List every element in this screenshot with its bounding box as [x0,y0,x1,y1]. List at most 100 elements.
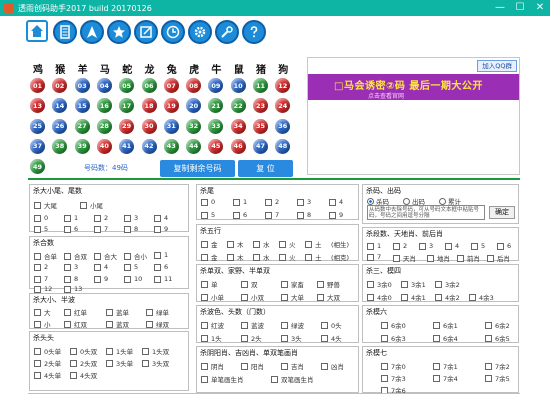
checkbox-box[interactable] [34,347,41,355]
number-ball[interactable]: 14 [52,98,68,114]
checkbox-box[interactable] [64,225,71,233]
checkbox-box[interactable] [201,240,208,248]
checkbox-box[interactable] [241,280,248,288]
edit-button[interactable] [134,20,158,44]
filter-checkbox[interactable]: 6 [233,211,247,219]
filter-checkbox[interactable]: 0 [201,198,215,206]
number-ball[interactable]: 27 [74,118,90,134]
filter-checkbox[interactable]: 土 [305,239,322,249]
checkbox-box[interactable] [281,280,288,288]
checkbox-box[interactable] [435,293,442,301]
filter-checkbox[interactable]: 1头 [201,333,222,343]
zodiac-label[interactable]: 蛇 [118,61,136,76]
checkbox-box[interactable] [233,211,240,219]
filter-checkbox[interactable]: 9 [154,225,168,233]
checkbox-box[interactable] [64,308,71,316]
checkbox-box[interactable] [34,263,41,271]
checkbox-box[interactable] [94,275,101,283]
number-ball[interactable]: 12 [275,78,291,93]
close-button[interactable]: ✕ [530,0,550,16]
number-ball[interactable]: 16 [96,98,112,114]
filter-checkbox[interactable]: 蓝波 [241,320,264,330]
number-ball[interactable]: 33 [208,118,224,134]
number-ball[interactable]: 15 [74,98,90,114]
checkbox-box[interactable] [485,334,492,342]
number-ball[interactable]: 02 [52,78,68,93]
number-ball[interactable]: 30 [141,118,157,134]
help-button[interactable] [242,20,266,44]
filter-checkbox[interactable]: 火 [279,239,296,249]
zodiac-label[interactable]: 牛 [207,61,225,76]
checkbox-box[interactable] [433,334,440,342]
filter-checkbox[interactable]: 4 [445,242,459,250]
filter-checkbox[interactable]: 大尾 [34,200,57,210]
filter-checkbox[interactable]: 红波 [201,320,224,330]
filter-checkbox[interactable]: 6余4 [433,333,458,343]
minimize-button[interactable]: — [490,0,510,16]
filter-checkbox[interactable]: 1头单 [106,346,133,356]
filter-checkbox[interactable]: 地肖 [427,253,450,263]
number-ball[interactable]: 08 [186,78,202,93]
checkbox-box[interactable] [154,263,161,271]
filter-checkbox[interactable]: 8 [64,275,78,283]
number-ball[interactable]: 19 [163,98,179,114]
number-ball[interactable]: 11 [253,78,268,93]
checkbox-box[interactable] [485,362,492,370]
checkbox-box[interactable] [281,334,288,342]
number-ball[interactable]: 21 [208,98,224,114]
number-ball[interactable]: 41 [119,138,135,154]
number-ball[interactable]: 23 [253,98,268,114]
checkbox-box[interactable] [381,334,388,342]
number-ball[interactable]: 34 [230,118,246,134]
checkbox-box[interactable] [487,254,494,262]
checkbox-box[interactable] [271,375,278,383]
checkbox-box[interactable] [253,253,260,261]
filter-checkbox[interactable]: 7 [94,225,108,233]
radio-dot[interactable] [367,197,374,205]
checkbox-box[interactable] [469,293,476,301]
filter-checkbox[interactable]: 绿波 [281,320,304,330]
checkbox-box[interactable] [201,375,208,383]
checkbox-box[interactable] [80,201,87,209]
confirm-button[interactable]: 确定 [489,206,515,219]
checkbox-box[interactable] [34,214,41,222]
checkbox-box[interactable] [435,280,442,288]
filter-checkbox[interactable]: 1 [367,242,381,250]
filter-checkbox[interactable]: 2头单 [34,358,61,368]
filter-checkbox[interactable]: 5 [124,263,138,271]
radio-dot[interactable] [439,197,446,205]
filter-checkbox[interactable]: 12 [34,285,52,293]
filter-checkbox[interactable]: 4头双 [70,370,97,380]
checkbox-box[interactable] [367,280,374,288]
filter-checkbox[interactable]: 4头 [321,333,342,343]
checkbox-box[interactable] [201,362,208,370]
filter-checkbox[interactable]: 0 [34,214,48,222]
filter-checkbox[interactable]: 4头单 [34,370,61,380]
checkbox-box[interactable] [201,293,208,301]
filter-checkbox[interactable]: 6余5 [485,333,510,343]
filter-checkbox[interactable]: 4 [94,263,108,271]
checkbox-box[interactable] [485,374,492,382]
filter-checkbox[interactable]: 3 [297,198,311,206]
reset-button[interactable]: 复 位 [238,160,293,177]
checkbox-box[interactable] [367,293,374,301]
filter-checkbox[interactable]: 火 [279,252,296,262]
filter-checkbox[interactable]: 水 [253,252,270,262]
number-ball[interactable]: 42 [141,138,157,154]
filter-checkbox[interactable]: 11 [154,275,172,283]
filter-checkbox[interactable]: 吉肖 [281,361,304,371]
filter-checkbox[interactable]: 蓝双 [106,319,129,329]
number-ball[interactable]: 18 [141,98,157,114]
filter-checkbox[interactable]: 大单 [281,292,304,302]
number-ball[interactable]: 07 [163,78,179,93]
filter-checkbox[interactable]: 合单 [34,251,57,261]
checkbox-box[interactable] [34,275,41,283]
checkbox-box[interactable] [471,242,478,250]
filter-checkbox[interactable]: 前肖 [457,253,480,263]
checkbox-box[interactable] [106,347,113,355]
checkbox-box[interactable] [94,263,101,271]
checkbox-box[interactable] [201,334,208,342]
filter-checkbox[interactable]: 1 [154,251,168,259]
checkbox-box[interactable] [146,308,153,316]
filter-checkbox[interactable]: 绿双 [146,319,169,329]
